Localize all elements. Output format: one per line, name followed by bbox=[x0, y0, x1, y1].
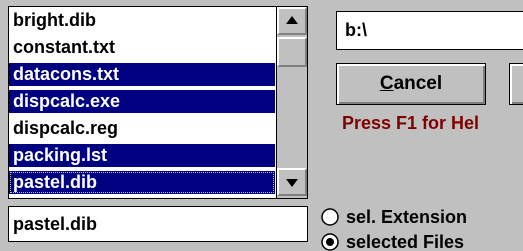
scroll-track[interactable] bbox=[277, 69, 307, 167]
scroll-thumb[interactable] bbox=[277, 37, 307, 67]
cancel-label: ancel bbox=[393, 73, 443, 94]
file-listbox[interactable]: bright.dib constant.txt datacons.txt dispca… bbox=[8, 6, 308, 199]
radio-circle-icon bbox=[321, 208, 339, 226]
radio-selected-files-label: selected Files bbox=[346, 232, 465, 251]
scroll-up-button[interactable] bbox=[277, 7, 307, 35]
help-hint: Press F1 for Hel bbox=[342, 113, 480, 133]
list-item[interactable]: pastel.dib bbox=[9, 171, 275, 194]
list-item[interactable]: constant.txt bbox=[9, 36, 275, 59]
vertical-scrollbar[interactable] bbox=[276, 7, 307, 198]
radio-sel-extension-label: sel. Extension bbox=[346, 207, 468, 227]
list-item[interactable]: dispcalc.reg bbox=[9, 117, 275, 140]
up-arrow-icon bbox=[286, 16, 298, 24]
list-item[interactable]: dispcalc.exe bbox=[9, 90, 275, 113]
radio-circle-checked-icon bbox=[321, 233, 339, 251]
list-item[interactable]: datacons.txt bbox=[9, 63, 275, 86]
down-arrow-icon bbox=[286, 179, 298, 187]
file-dialog: bright.dib constant.txt datacons.txt dispca… bbox=[0, 0, 523, 251]
list-item[interactable]: packing.lst bbox=[9, 144, 275, 167]
file-list-items: bright.dib constant.txt datacons.txt dispca… bbox=[9, 7, 275, 198]
path-field[interactable]: b:\ bbox=[336, 11, 523, 50]
scroll-down-button[interactable] bbox=[277, 168, 307, 196]
cancel-button[interactable]: Cancel bbox=[336, 63, 486, 105]
filename-field[interactable]: pastel.dib bbox=[8, 206, 308, 242]
cancel-mnemonic: C bbox=[379, 73, 394, 94]
partial-button[interactable] bbox=[509, 63, 523, 105]
list-item[interactable]: bright.dib bbox=[9, 9, 275, 32]
